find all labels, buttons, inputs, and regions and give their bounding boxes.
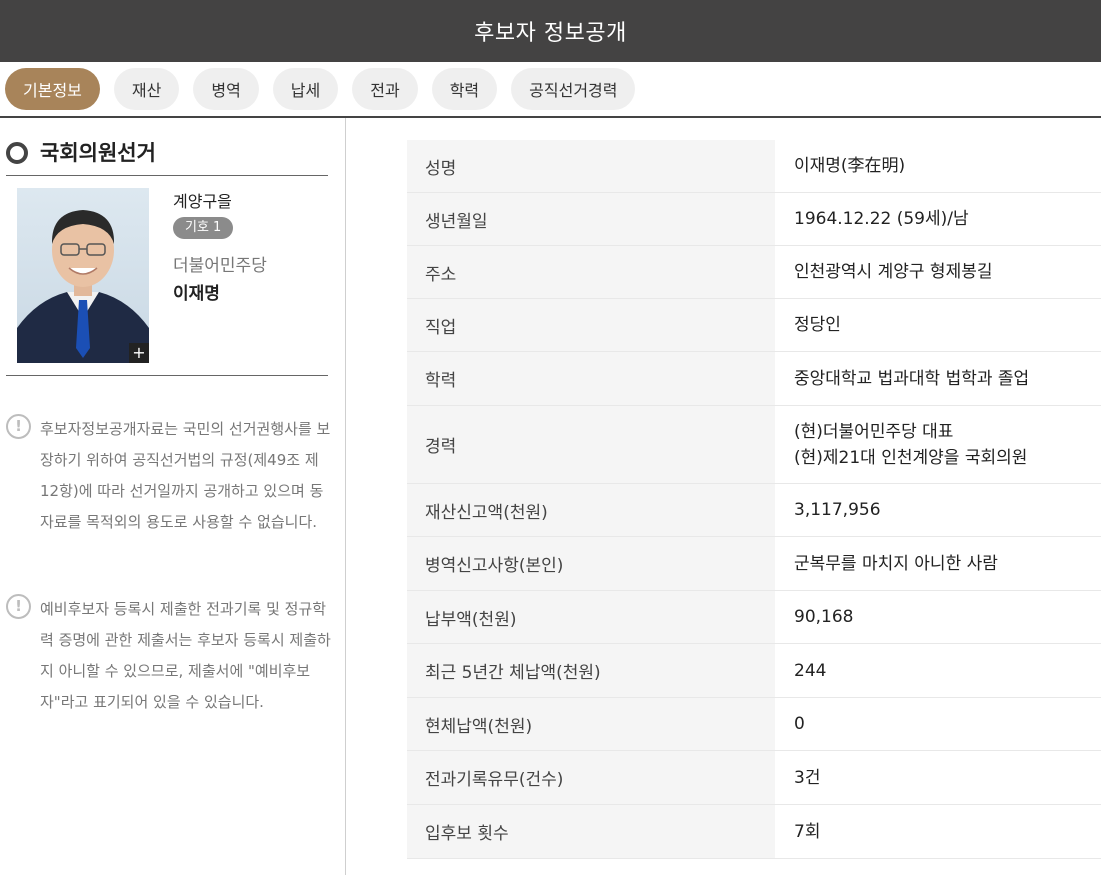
row-label: 전과기록유무(건수) <box>407 751 775 804</box>
row-value: 0 <box>775 698 1101 750</box>
row-value: 3,117,956 <box>775 484 1101 536</box>
candidate-party: 더불어민주당 <box>173 256 267 276</box>
table-row: 입후보 횟수 7회 <box>407 805 1101 859</box>
tab-5[interactable]: 학력 <box>431 68 498 110</box>
row-value: 3건 <box>775 751 1101 804</box>
row-value: 인천광역시 계양구 형제봉길 <box>775 246 1101 298</box>
row-value-line: 0 <box>794 714 805 734</box>
table-row: 주소 인천광역시 계양구 형제봉길 <box>407 246 1101 299</box>
row-label: 학력 <box>407 352 775 405</box>
row-value: (현)더불어민주당 대표 (현)제21대 인천계양을 국회의원 <box>775 406 1101 483</box>
row-value: 7회 <box>775 805 1101 858</box>
election-type-label: 국회의원선거 <box>40 141 156 165</box>
row-value-line: (현)더불어민주당 대표 <box>794 421 954 442</box>
row-label: 생년월일 <box>407 193 775 245</box>
page-header: 후보자 정보공개 <box>0 0 1101 62</box>
table-row: 현체납액(천원) 0 <box>407 698 1101 751</box>
photo-enlarge-icon[interactable]: + <box>129 343 149 363</box>
row-label: 직업 <box>407 299 775 351</box>
row-label: 성명 <box>407 140 775 192</box>
row-value-line: 이재명(李在明) <box>794 156 906 176</box>
row-value: 중앙대학교 법과대학 법학과 졸업 <box>775 352 1101 405</box>
row-value-line: 인천광역시 계양구 형제봉길 <box>794 262 993 282</box>
tab-4[interactable]: 전과 <box>352 68 418 110</box>
notice-text: 후보자정보공개자료는 국민의 선거권행사를 보장하기 위하여 공직선거법의 규정… <box>40 420 331 531</box>
row-value: 1964.12.22 (59세)/남 <box>775 193 1101 245</box>
row-value-line: 중앙대학교 법과대학 법학과 졸업 <box>794 368 1030 389</box>
table-row: 전과기록유무(건수) 3건 <box>407 751 1101 805</box>
candidate-card: + 계양구을 기호 1 더불어민주당 이재명 <box>6 176 328 376</box>
exclamation-icon: ! <box>6 414 31 439</box>
candidate-photo[interactable]: + <box>17 188 149 363</box>
row-value: 244 <box>775 644 1101 697</box>
tab-0[interactable]: 기본정보 <box>5 68 100 110</box>
row-label: 경력 <box>407 406 775 483</box>
row-label: 납부액(천원) <box>407 591 775 643</box>
page-title: 후보자 정보공개 <box>474 21 627 46</box>
row-label: 재산신고액(천원) <box>407 484 775 536</box>
table-row: 생년월일 1964.12.22 (59세)/남 <box>407 193 1101 246</box>
notice-text: 예비후보자 등록시 제출한 전과기록 및 정규학력 증명에 관한 제출서는 후보… <box>40 600 331 711</box>
row-value-line: 정당인 <box>794 315 841 335</box>
row-value: 정당인 <box>775 299 1101 351</box>
tab-6[interactable]: 공직선거경력 <box>511 68 636 110</box>
row-value-line: 244 <box>794 660 827 681</box>
exclamation-icon: ! <box>6 594 31 619</box>
tab-bar: 기본정보 재산 병역 납세 전과 학력 공직선거경력 <box>0 62 1101 118</box>
row-value-line: 1964.12.22 (59세)/남 <box>794 209 969 229</box>
table-row: 납부액(천원) 90,168 <box>407 591 1101 644</box>
table-row: 경력 (현)더불어민주당 대표 (현)제21대 인천계양을 국회의원 <box>407 406 1101 484</box>
row-value: 이재명(李在明) <box>775 140 1101 192</box>
row-value-line: 7회 <box>794 821 821 842</box>
table-row: 성명 이재명(李在明) <box>407 140 1101 193</box>
candidate-name: 이재명 <box>173 284 220 304</box>
row-value-line: (현)제21대 인천계양을 국회의원 <box>794 447 1028 468</box>
candidate-info-table: 성명 이재명(李在明) 생년월일 1964.12.22 (59세)/남주소 인천광역시 … <box>407 140 1101 859</box>
row-label: 주소 <box>407 246 775 298</box>
tab-3[interactable]: 납세 <box>272 68 339 110</box>
table-row: 직업 정당인 <box>407 299 1101 352</box>
candidate-district: 계양구을 <box>173 192 232 211</box>
portrait-illustration <box>17 210 149 363</box>
row-label: 입후보 횟수 <box>407 805 775 858</box>
row-label: 최근 5년간 체납액(천원) <box>407 644 775 697</box>
row-value-line: 군복무를 마치지 아니한 사람 <box>794 553 998 574</box>
row-label: 현체납액(천원) <box>407 698 775 750</box>
tab-1[interactable]: 재산 <box>113 68 180 110</box>
candidate-number-badge: 기호 1 <box>173 217 234 239</box>
election-section-title: 국회의원선거 <box>6 138 328 176</box>
table-row: 학력 중앙대학교 법과대학 법학과 졸업 <box>407 352 1101 406</box>
table-row: 병역신고사항(본인) 군복무를 마치지 아니한 사람 <box>407 537 1101 591</box>
tab-2[interactable]: 병역 <box>193 68 259 110</box>
candidate-sidebar: 국회의원선거 + 계양구을 기호 1 더불어민주당 이재명 ! 후보자정보공개자… <box>0 118 346 875</box>
row-value: 90,168 <box>775 591 1101 643</box>
ring-icon <box>6 142 28 164</box>
row-value-line: 3건 <box>794 767 821 788</box>
table-row: 재산신고액(천원) 3,117,956 <box>407 484 1101 537</box>
row-value-line: 3,117,956 <box>794 500 881 520</box>
table-row: 최근 5년간 체납액(천원) 244 <box>407 644 1101 698</box>
row-label: 병역신고사항(본인) <box>407 537 775 590</box>
row-value-line: 90,168 <box>794 607 854 627</box>
row-value: 군복무를 마치지 아니한 사람 <box>775 537 1101 590</box>
